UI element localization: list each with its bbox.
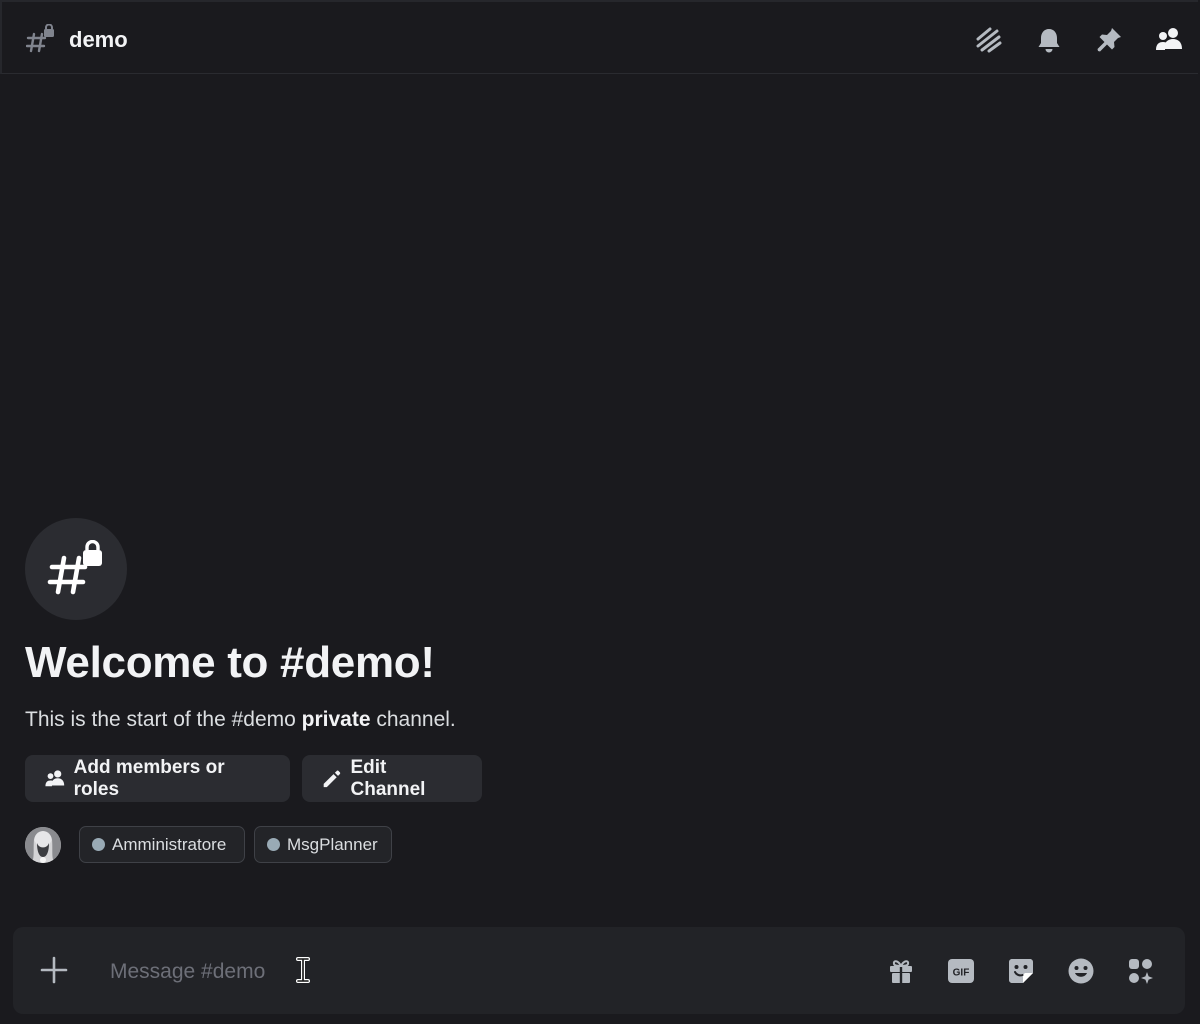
role-tag-msgplanner[interactable]: MsgPlanner xyxy=(254,826,392,863)
avatar[interactable] xyxy=(25,827,61,863)
apps-button[interactable] xyxy=(1125,955,1157,987)
add-member-icon xyxy=(45,769,65,786)
role-color-dot xyxy=(92,838,105,851)
welcome-subtitle-suffix: channel. xyxy=(370,708,456,731)
gif-icon: GIF xyxy=(948,959,974,983)
threads-button[interactable] xyxy=(972,24,1004,56)
plus-icon[interactable] xyxy=(39,955,69,985)
message-composer: GIF xyxy=(13,927,1185,1014)
sticker-icon xyxy=(1009,959,1033,983)
private-channel-icon xyxy=(47,540,102,595)
pinned-messages-button[interactable] xyxy=(1093,24,1125,56)
private-channel-icon xyxy=(26,24,54,53)
welcome-title: Welcome to #demo! xyxy=(25,638,435,687)
text-cursor-icon xyxy=(296,957,310,983)
gift-button[interactable] xyxy=(885,955,917,987)
gif-button[interactable]: GIF xyxy=(945,955,977,987)
pin-icon xyxy=(1097,28,1121,52)
user-avatar-image xyxy=(25,827,61,863)
welcome-subtitle: This is the start of the #demo private c… xyxy=(25,706,456,734)
notifications-button[interactable] xyxy=(1033,24,1065,56)
sticker-button[interactable] xyxy=(1005,955,1037,987)
bell-icon xyxy=(1038,29,1060,53)
channel-name: demo xyxy=(69,27,128,52)
svg-text:GIF: GIF xyxy=(953,968,970,979)
member-list-button[interactable] xyxy=(1153,24,1185,56)
channel-header: demo xyxy=(0,0,1198,74)
role-color-dot xyxy=(267,838,280,851)
threads-icon xyxy=(976,27,1002,53)
pencil-icon xyxy=(323,770,341,787)
role-tag-amministratore[interactable]: Amministratore xyxy=(79,826,245,863)
emoji-icon xyxy=(1068,958,1094,984)
apps-icon xyxy=(1129,959,1153,984)
welcome-subtitle-prefix: This is the start of the #demo xyxy=(25,708,302,731)
add-members-label: Add members or roles xyxy=(73,756,225,800)
message-input[interactable] xyxy=(108,953,852,991)
app-window: demo Welcome to #demo! This is the start… xyxy=(0,0,1200,1024)
emoji-button[interactable] xyxy=(1065,955,1097,987)
channel-welcome-avatar xyxy=(25,518,127,620)
gift-icon xyxy=(890,960,912,983)
member-list-icon xyxy=(1156,28,1182,50)
edit-channel-button[interactable]: Edit Channel xyxy=(302,755,482,802)
role-name: MsgPlanner xyxy=(287,834,378,854)
add-members-button[interactable]: Add members or roles xyxy=(25,755,290,802)
edit-channel-label: Edit Channel xyxy=(350,756,426,800)
welcome-subtitle-bold: private xyxy=(301,708,371,731)
role-name: Amministratore xyxy=(112,834,227,854)
